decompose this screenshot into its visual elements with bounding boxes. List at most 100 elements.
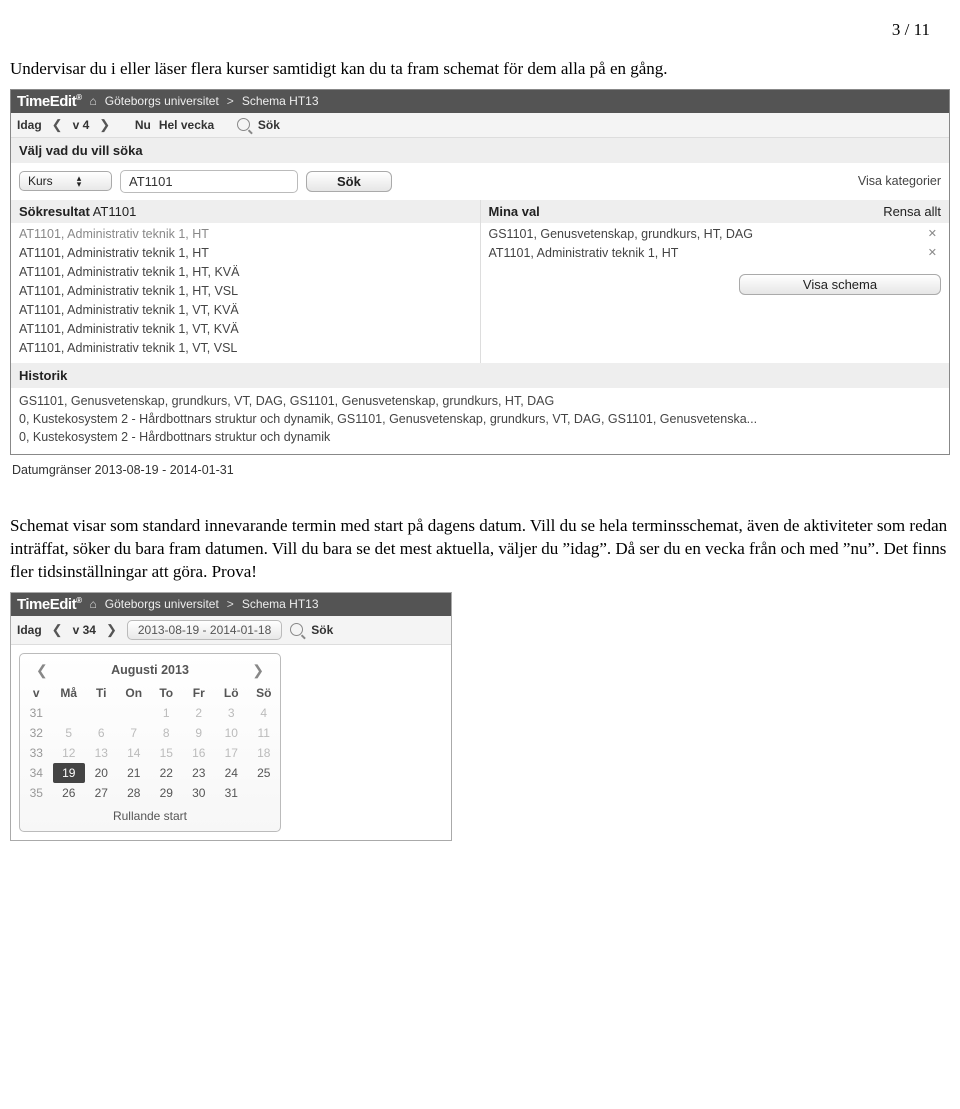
week-number: 33 [20,743,53,763]
calendar-day[interactable]: 30 [183,783,216,803]
breadcrumb[interactable]: Göteborgs universitet [105,597,219,611]
clear-all-link[interactable]: Rensa allt [883,204,941,219]
calendar-day[interactable]: 12 [53,743,86,763]
calendar-day[interactable]: 4 [248,703,281,723]
list-item[interactable]: AT1101, Administrativ teknik 1, HT✕ [489,244,942,263]
app-logo: TimeEdit® [17,596,81,613]
calendar-day[interactable]: 23 [183,763,216,783]
list-item[interactable]: AT1101, Administrativ teknik 1, VT, KVÄ [19,320,472,339]
calendar-day[interactable]: 15 [150,743,183,763]
list-item[interactable]: AT1101, Administrativ teknik 1, HT, KVÄ [19,263,472,282]
week-label[interactable]: v 34 [73,623,96,637]
calendar-day[interactable]: 9 [183,723,216,743]
date-range-button[interactable]: 2013-08-19 - 2014-01-18 [127,620,282,640]
mid-paragraph: Schemat visar som standard innevarande t… [10,507,950,592]
calendar-day[interactable]: 26 [53,783,86,803]
prev-week-button[interactable]: ❮ [50,622,65,638]
app-topbar: TimeEdit® ⌂ Göteborgs universitet Schema… [11,593,451,616]
app-topbar: TimeEdit® ⌂ Göteborgs universitet Schema… [11,90,949,113]
next-month-button[interactable]: ❯ [246,662,270,679]
app-toolbar: Idag ❮ v 4 ❯ Nu Hel vecka Sök [11,113,949,138]
list-item[interactable]: AT1101, Administrativ teknik 1, VT, VSL [19,339,472,358]
breadcrumb[interactable]: Schema HT13 [242,94,319,108]
calendar-day[interactable]: 19 [53,763,86,783]
show-categories-link[interactable]: Visa kategorier [858,174,941,188]
page-number: 3 / 11 [10,0,950,50]
calendar-day[interactable]: 22 [150,763,183,783]
list-item[interactable]: AT1101, Administrativ teknik 1, VT, KVÄ [19,301,472,320]
week-number: 35 [20,783,53,803]
prev-month-button[interactable]: ❮ [30,662,54,679]
calendar-day[interactable]: 17 [215,743,248,763]
calendar-day[interactable]: 1 [150,703,183,723]
list-item[interactable]: 0, Kustekosystem 2 - Hårdbottnars strukt… [19,410,941,428]
search-icon [290,623,303,636]
home-icon[interactable]: ⌂ [89,94,96,108]
week-label[interactable]: v 4 [73,118,90,132]
calendar-day[interactable]: 13 [85,743,118,763]
calendar-day[interactable]: 18 [248,743,281,763]
history-list: GS1101, Genusvetenskap, grundkurs, VT, D… [11,388,949,454]
results-header: Sökresultat AT1101 [11,200,480,223]
calendar-day[interactable]: 3 [215,703,248,723]
results-list: AT1101, Administrativ teknik 1, HT AT110… [11,223,480,363]
search-label[interactable]: Sök [311,623,333,637]
calendar-day[interactable]: 27 [85,783,118,803]
chevron-updown-icon: ▴▾ [77,175,82,187]
calendar-day[interactable]: 24 [215,763,248,783]
now-button[interactable]: Nu [135,118,151,132]
calendar-day[interactable]: 25 [248,763,281,783]
type-selector[interactable]: Kurs ▴▾ [19,171,112,191]
calendar-popover: ❮ Augusti 2013 ❯ v Må Ti On To Fr Lö Sö … [19,653,281,832]
home-icon[interactable]: ⌂ [89,597,96,611]
next-week-button[interactable]: ❯ [97,117,112,133]
show-schedule-button[interactable]: Visa schema [739,274,941,295]
breadcrumb-sep [227,94,234,108]
calendar-day[interactable]: 28 [118,783,151,803]
intro-paragraph: Undervisar du i eller läser flera kurser… [10,50,950,89]
list-item[interactable]: GS1101, Genusvetenskap, grundkurs, HT, D… [489,225,942,244]
breadcrumb[interactable]: Göteborgs universitet [105,94,219,108]
calendar-day [118,703,151,723]
list-item[interactable]: GS1101, Genusvetenskap, grundkurs, VT, D… [19,392,941,410]
calendar-day[interactable]: 20 [85,763,118,783]
search-heading: Välj vad du vill söka [11,138,949,163]
calendar-day [85,703,118,723]
search-label[interactable]: Sök [258,118,280,132]
calendar-day[interactable]: 10 [215,723,248,743]
list-item[interactable]: 0, Kustekosystem 2 - Hårdbottnars strukt… [19,428,941,446]
rolling-start-label[interactable]: Rullande start [20,803,280,823]
next-week-button[interactable]: ❯ [104,622,119,638]
close-icon[interactable]: ✕ [928,227,941,241]
calendar-month-label: Augusti 2013 [111,663,189,677]
calendar-day[interactable]: 14 [118,743,151,763]
prev-week-button[interactable]: ❮ [50,117,65,133]
calendar-day[interactable]: 7 [118,723,151,743]
breadcrumb-sep [227,597,234,611]
list-item[interactable]: AT1101, Administrativ teknik 1, HT, VSL [19,282,472,301]
calendar-day[interactable]: 6 [85,723,118,743]
search-button[interactable]: Sök [306,171,392,192]
calendar-day[interactable]: 11 [248,723,281,743]
calendar-day[interactable]: 5 [53,723,86,743]
calendar-day[interactable]: 29 [150,783,183,803]
calendar-day[interactable]: 31 [215,783,248,803]
calendar-grid: v Må Ti On To Fr Lö Sö 31123432567891011… [20,683,280,803]
selections-header: Mina val Rensa allt [481,200,950,223]
calendar-day[interactable]: 16 [183,743,216,763]
selections-list: GS1101, Genusvetenskap, grundkurs, HT, D… [481,223,950,268]
full-week-button[interactable]: Hel vecka [159,118,214,132]
today-button[interactable]: Idag [17,118,42,132]
breadcrumb[interactable]: Schema HT13 [242,597,319,611]
screenshot-timeedit-calendar: TimeEdit® ⌂ Göteborgs universitet Schema… [10,592,452,841]
today-button[interactable]: Idag [17,623,42,637]
list-item[interactable]: AT1101, Administrativ teknik 1, HT [19,225,472,244]
app-toolbar: Idag ❮ v 34 ❯ 2013-08-19 - 2014-01-18 Sö… [11,616,451,645]
calendar-day[interactable]: 21 [118,763,151,783]
search-input[interactable]: AT1101 [120,170,298,193]
close-icon[interactable]: ✕ [928,246,941,260]
calendar-day[interactable]: 8 [150,723,183,743]
date-range-note: Datumgränser 2013-08-19 - 2014-01-31 [10,461,950,507]
calendar-day[interactable]: 2 [183,703,216,723]
list-item[interactable]: AT1101, Administrativ teknik 1, HT [19,244,472,263]
